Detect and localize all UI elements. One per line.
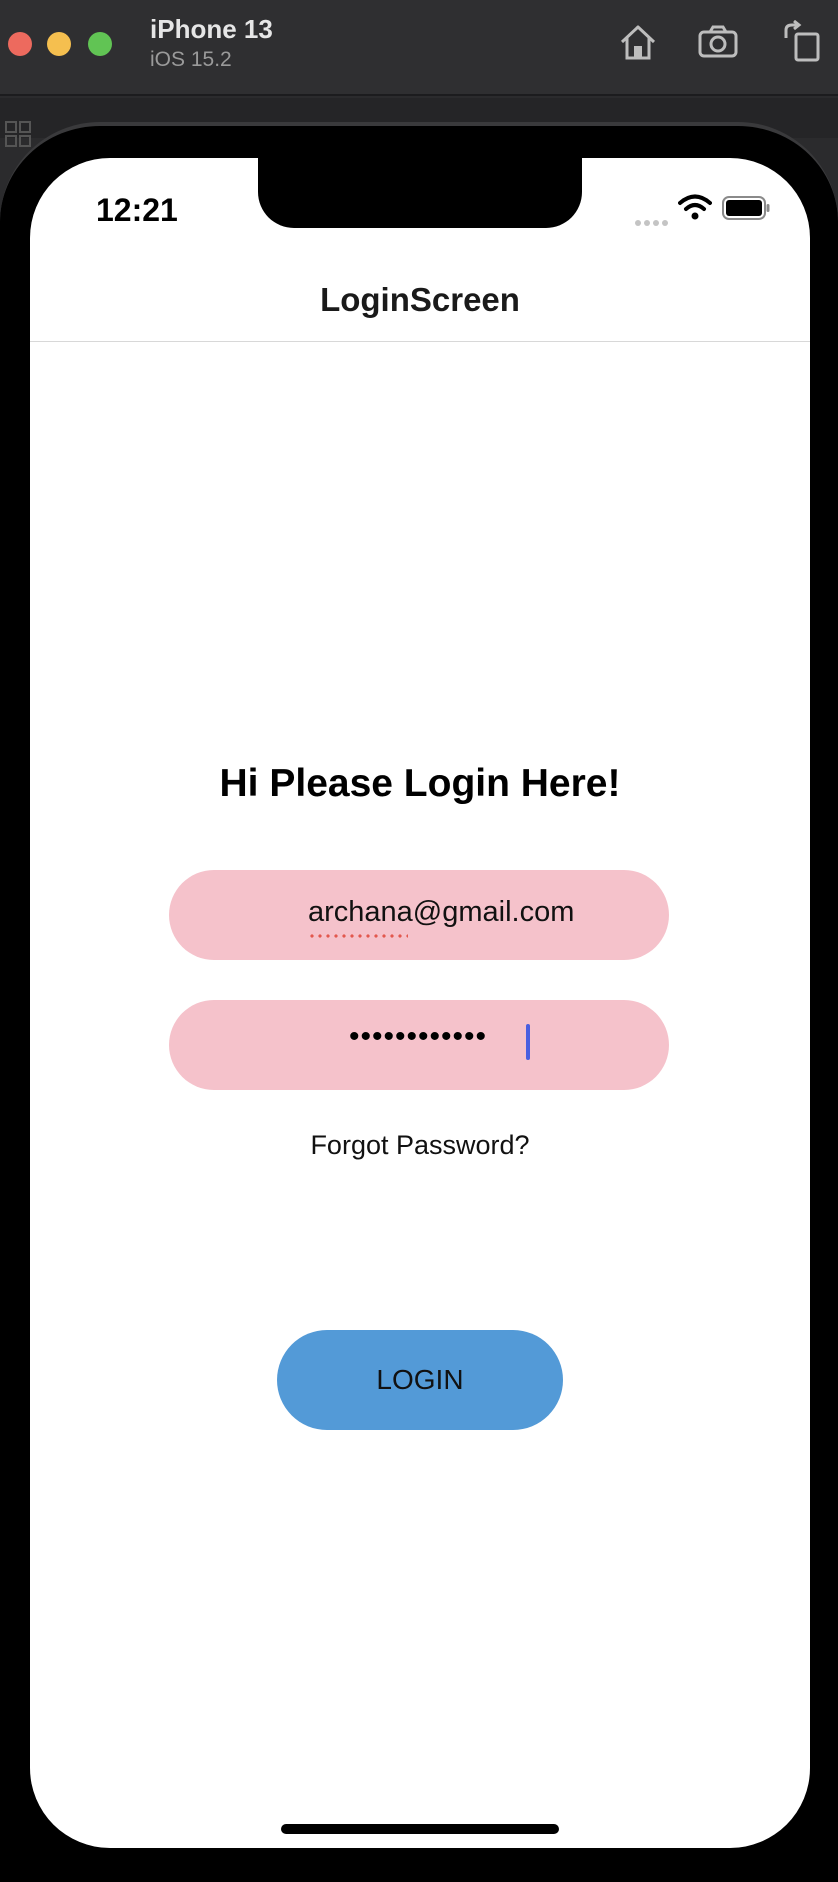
text-cursor [526,1024,530,1060]
home-indicator[interactable] [281,1824,559,1834]
login-heading: Hi Please Login Here! [219,762,621,805]
rotate-icon[interactable] [780,19,824,64]
device-screen: 12:21 LoginScreen Hi Please Login Here! … [30,158,810,1848]
nav-title: LoginScreen [320,280,520,318]
forgot-password-link[interactable]: Forgot Password? [30,1130,810,1161]
device-name: iPhone 13 [150,14,273,44]
screenshot-icon[interactable] [696,20,740,64]
email-value[interactable]: archana@gmail.com [308,896,574,938]
status-time: 12:21 [96,192,178,228]
zoom-window-button[interactable] [88,32,112,56]
password-value[interactable]: •••••••••••• [349,1020,487,1054]
password-field[interactable]: •••••••••••• [169,1000,669,1090]
login-button[interactable]: LOGIN [277,1330,563,1430]
home-icon[interactable] [616,20,660,64]
spellcheck-underline [308,934,408,938]
wifi-icon [678,194,712,220]
minimize-window-button[interactable] [47,32,71,56]
notch [258,158,582,228]
battery-icon [722,196,770,220]
os-version: iOS 15.2 [150,48,232,71]
simulator-titlebar: iPhone 13 iOS 15.2 [0,0,838,96]
navigation-bar: LoginScreen [30,258,810,342]
email-field[interactable]: archana@gmail.com [169,870,669,960]
signal-dots-icon [634,214,670,226]
grid-icon[interactable] [4,120,32,148]
close-window-button[interactable] [8,32,32,56]
